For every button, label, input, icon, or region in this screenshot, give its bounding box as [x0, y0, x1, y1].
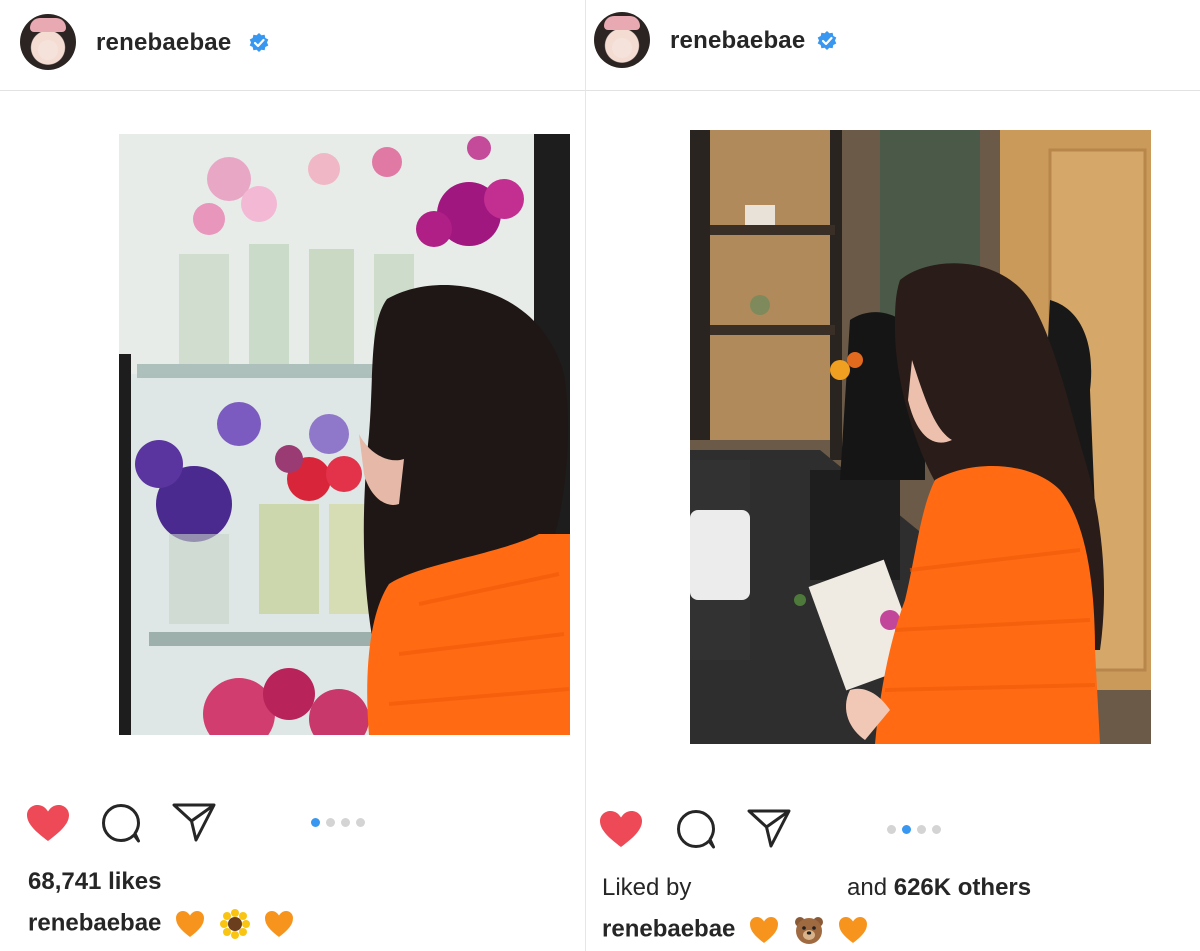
liked-by[interactable]: Liked by — [602, 874, 691, 902]
post-header: renebaebae — [586, 0, 1200, 91]
comment-icon[interactable] — [675, 808, 717, 850]
verified-badge-icon — [817, 31, 837, 50]
verified-badge-icon — [249, 33, 269, 52]
carousel-dot — [356, 818, 365, 827]
instagram-post-right: renebaebae Liked by and 626K others rene… — [586, 0, 1200, 951]
avatar[interactable] — [594, 12, 650, 68]
bear-face-icon — [794, 917, 823, 944]
caption: renebaebae — [28, 908, 295, 940]
carousel-dots — [311, 818, 365, 827]
liked-by-suffix: and — [847, 874, 888, 901]
carousel-dot — [902, 825, 911, 834]
username[interactable]: renebaebae — [96, 29, 231, 57]
carousel-dot — [341, 818, 350, 827]
heart-icon[interactable] — [599, 810, 643, 848]
post-header: renebaebae — [0, 0, 585, 91]
instagram-post-left: renebaebae 68,741 likes renebaebae — [0, 0, 585, 951]
carousel-dot — [917, 825, 926, 834]
liked-by-prefix: Liked by — [602, 874, 692, 901]
carousel-dot — [887, 825, 896, 834]
heart-icon[interactable] — [26, 804, 70, 842]
avatar[interactable] — [20, 14, 76, 70]
caption: renebaebae — [602, 914, 869, 946]
comment-icon[interactable] — [100, 802, 142, 844]
share-icon[interactable] — [172, 802, 216, 842]
post-photo-flower-shop[interactable] — [119, 134, 570, 735]
likes-count[interactable]: 68,741 likes — [28, 868, 161, 896]
likes-text: 68,741 likes — [28, 868, 162, 895]
orange-heart-icon — [839, 917, 868, 943]
orange-heart-icon — [750, 917, 779, 943]
carousel-dot — [311, 818, 320, 827]
orange-heart-icon — [265, 911, 294, 937]
carousel-dot — [932, 825, 941, 834]
carousel-dot — [326, 818, 335, 827]
sunflower-icon — [219, 909, 250, 939]
username[interactable]: renebaebae — [670, 27, 805, 55]
share-icon[interactable] — [747, 808, 791, 848]
caption-username[interactable]: renebaebae — [602, 915, 735, 942]
liked-by-count: 626K others — [893, 874, 1032, 901]
caption-username[interactable]: renebaebae — [28, 909, 161, 936]
post-photo-florist-counter[interactable] — [690, 130, 1151, 744]
orange-heart-icon — [176, 911, 205, 937]
liked-by-others[interactable]: and 626K others — [847, 874, 1031, 902]
carousel-dots — [887, 825, 941, 834]
